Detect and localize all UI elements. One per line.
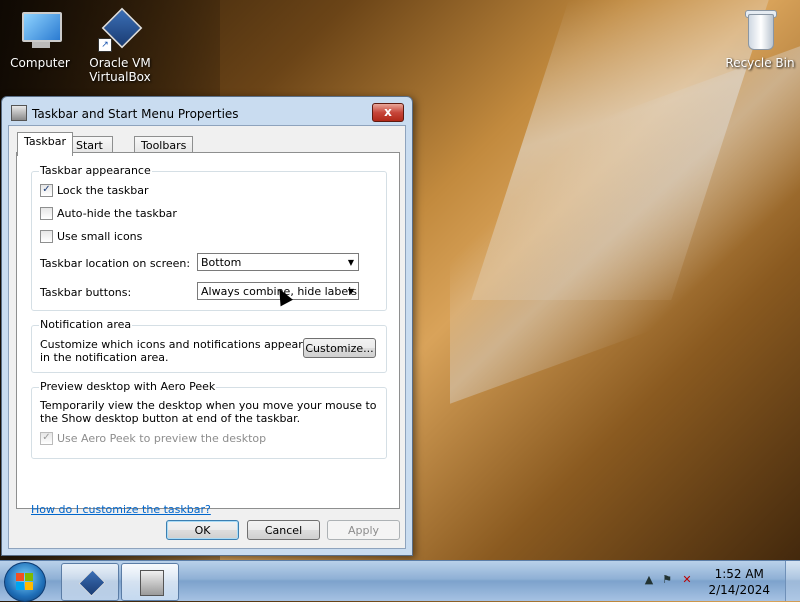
computer-icon [18, 8, 62, 52]
checkbox-label: Use Aero Peek to preview the desktop [57, 432, 267, 445]
group-label: Preview desktop with Aero Peek [39, 380, 217, 393]
checkbox-label: Use small icons [57, 230, 143, 243]
checkbox-checked: ✓ [40, 183, 53, 197]
desktop-icon-label: Oracle VM [89, 56, 151, 70]
desktop-icon-recycle-bin[interactable]: Recycle Bin [722, 8, 798, 70]
group-notification-area: Notification area Customize which icons … [31, 318, 387, 373]
close-button[interactable]: x [372, 103, 404, 122]
checkbox-unchecked [40, 206, 53, 220]
group-label: Notification area [39, 318, 133, 331]
desktop-icon-label: Recycle Bin [725, 56, 795, 70]
clock-date: 2/14/2024 [708, 583, 770, 597]
customize-button[interactable]: Customize... [303, 338, 376, 358]
auto-hide-checkbox[interactable]: Auto-hide the taskbar [40, 206, 177, 223]
apply-button[interactable]: Apply [327, 520, 400, 540]
group-label: Taskbar appearance [39, 164, 152, 177]
clock-time: 1:52 AM [714, 567, 764, 581]
flag-icon[interactable]: ⚑ [660, 573, 674, 587]
desktop-icon-virtualbox[interactable]: ↗ Oracle VM VirtualBox [82, 7, 158, 84]
taskbar-item-taskbar-properties[interactable] [121, 563, 179, 601]
location-label: Taskbar location on screen: [40, 257, 191, 270]
dropdown-arrow-icon: ▼ [347, 258, 354, 267]
small-icons-checkbox[interactable]: Use small icons [40, 229, 143, 246]
start-orb-icon [16, 573, 34, 591]
location-select-value: Bottom [201, 256, 242, 269]
cancel-button[interactable]: Cancel [247, 520, 320, 540]
volume-muted-icon[interactable]: ✕ [680, 573, 694, 587]
tab-page-taskbar: Taskbar appearance ✓ Lock the taskbar Aut… [16, 152, 400, 516]
aero-peek-checkbox[interactable]: ✓ Use Aero Peek to preview the desktop [40, 431, 267, 448]
virtualbox-icon [78, 569, 106, 597]
checkbox-label: Auto-hide the taskbar [57, 207, 177, 220]
checkbox-unchecked [40, 229, 53, 243]
aero-peek-description: Temporarily view the desktop when you mo… [40, 399, 377, 425]
taskbar-properties-icon [140, 570, 164, 596]
location-select[interactable]: Bottom ▼ [197, 253, 359, 271]
group-aero-peek: Preview desktop with Aero Peek Temporari… [31, 380, 387, 459]
notification-description: Customize which icons and notifications … [40, 338, 303, 364]
clock[interactable]: 1:52 AM 2/14/2024 [708, 566, 770, 598]
buttons-label: Taskbar buttons: [40, 286, 132, 299]
show-desktop-button[interactable] [785, 561, 800, 601]
taskbar-item-virtualbox[interactable] [61, 563, 119, 601]
desktop-icon-label: Computer [10, 56, 70, 70]
lock-taskbar-checkbox[interactable]: ✓ Lock the taskbar [40, 183, 149, 200]
tab-taskbar[interactable]: Taskbar [17, 132, 73, 156]
recycle-bin-icon [738, 8, 782, 52]
system-tray: ▲ ⚑ ✕ 1:52 AM 2/14/2024 [640, 561, 800, 601]
window-title: Taskbar and Start Menu Properties [32, 107, 239, 121]
desktop-icon-label-line2: VirtualBox [89, 70, 151, 84]
ok-button[interactable]: OK [166, 520, 239, 540]
desktop-icon-computer[interactable]: Computer [2, 8, 78, 70]
checkbox-label: Lock the taskbar [57, 184, 149, 197]
taskbar-properties-dialog: Taskbar and Start Menu Properties x Task… [1, 96, 413, 556]
virtualbox-icon: ↗ [98, 7, 143, 52]
help-link[interactable]: How do I customize the taskbar? [31, 503, 211, 516]
dropdown-arrow-icon: ▼ [347, 287, 354, 296]
start-button[interactable] [4, 562, 46, 602]
group-taskbar-appearance: Taskbar appearance ✓ Lock the taskbar Aut… [31, 164, 387, 311]
taskbar-properties-icon [11, 105, 27, 121]
up-arrow-icon[interactable]: ▲ [642, 573, 656, 587]
dialog-body: Taskbar Start Menu Toolbars Taskbar appe… [8, 125, 406, 549]
title-bar[interactable]: Taskbar and Start Menu Properties x [2, 97, 412, 127]
checkbox-checked-disabled: ✓ [40, 431, 53, 445]
taskbar: ▲ ⚑ ✕ 1:52 AM 2/14/2024 [0, 560, 800, 602]
